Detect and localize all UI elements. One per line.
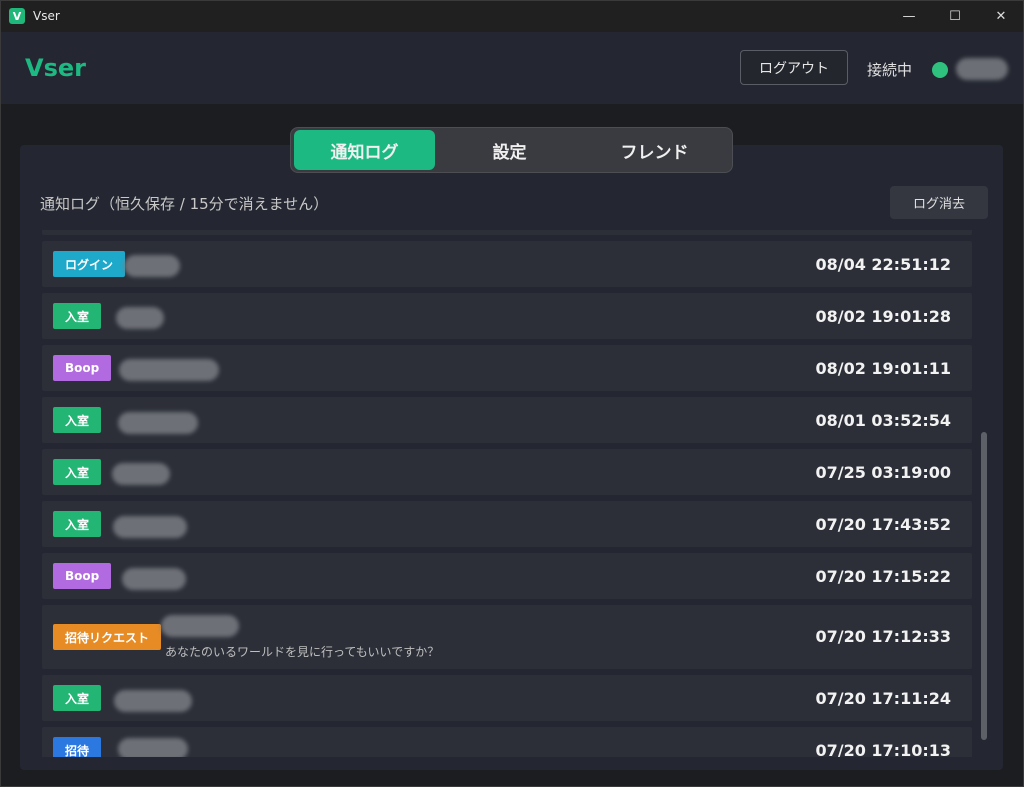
event-type-badge: 入室 [53, 303, 102, 329]
event-time: 07/20 17:10:13 [815, 741, 951, 757]
connection-status: 接続中 [867, 61, 913, 79]
blurred-username [956, 58, 1008, 80]
blurred-username [118, 412, 198, 434]
window-controls: — ☐ ✕ [886, 0, 1024, 32]
blurred-username [161, 615, 239, 637]
event-type-badge: 招待リクエスト [53, 624, 162, 650]
event-type-badge: 招待 [53, 737, 102, 757]
window-title: Vser [33, 9, 60, 23]
close-button[interactable]: ✕ [978, 0, 1024, 32]
blurred-username [124, 255, 180, 277]
list-item: 招待 07/20 17:10:13 [42, 727, 972, 757]
log-section-title: 通知ログ（恒久保存 / 15分で消えません） [40, 195, 329, 213]
tab-settings[interactable]: 設定 [439, 130, 580, 170]
event-type-badge: 入室 [53, 685, 102, 711]
blurred-username [119, 359, 219, 381]
app-icon: V [9, 8, 25, 24]
tab-bar: 通知ログ 設定 フレンド [290, 127, 733, 173]
tab-friends[interactable]: フレンド [584, 130, 725, 170]
status-indicator-icon [932, 62, 948, 78]
list-item: 入室 08/01 03:52:54 [42, 397, 972, 443]
event-type-badge: 入室 [53, 407, 102, 433]
logout-button[interactable]: ログアウト [740, 50, 848, 85]
event-time: 08/01 03:52:54 [815, 411, 951, 430]
event-time: 07/20 17:12:33 [815, 627, 951, 646]
blurred-username [113, 516, 187, 538]
event-type-badge: Boop [53, 355, 112, 381]
list-item: ログイン 08/04 22:51:12 [42, 241, 972, 287]
event-type-badge: 入室 [53, 511, 102, 537]
blurred-username [114, 690, 192, 712]
event-time: 07/25 03:19:00 [815, 463, 951, 482]
event-time: 08/02 19:01:28 [815, 307, 951, 326]
maximize-button[interactable]: ☐ [932, 0, 978, 32]
list-item: Boop 07/20 17:15:22 [42, 553, 972, 599]
list-item: Boop 08/02 19:01:11 [42, 345, 972, 391]
minimize-button[interactable]: — [886, 0, 932, 32]
title-bar: V Vser — ☐ ✕ [0, 0, 1024, 32]
notification-log-list[interactable]: ログイン 08/04 22:51:12 入室 08/02 19:01:28 Bo… [42, 230, 972, 757]
log-scrollbar[interactable] [981, 432, 987, 740]
list-item: 入室 07/20 17:11:24 [42, 675, 972, 721]
blurred-username [116, 307, 164, 329]
event-type-badge: 入室 [53, 459, 102, 485]
event-time: 07/20 17:11:24 [815, 689, 951, 708]
event-time: 08/04 22:51:12 [815, 255, 951, 274]
list-item: 招待リクエスト あなたのいるワールドを見に行ってもいいですか？ 07/20 17… [42, 605, 972, 669]
list-item: 入室 07/25 03:19:00 [42, 449, 972, 495]
invite-request-message: あなたのいるワールドを見に行ってもいいですか？ [165, 645, 440, 659]
event-type-badge: Boop [53, 563, 112, 589]
blurred-username [122, 568, 186, 590]
blurred-username [118, 738, 188, 757]
app-logo: Vser [25, 54, 86, 82]
list-item: 入室 08/02 19:01:28 [42, 293, 972, 339]
event-time: 08/02 19:01:11 [815, 359, 951, 378]
event-time: 07/20 17:15:22 [815, 567, 951, 586]
event-time: 07/20 17:43:52 [815, 515, 951, 534]
clear-log-button[interactable]: ログ消去 [890, 186, 988, 219]
app-header: Vser ログアウト 接続中 [0, 32, 1024, 104]
event-type-badge: ログイン [53, 251, 126, 277]
tab-notification-log[interactable]: 通知ログ [294, 130, 435, 170]
blurred-username [112, 463, 170, 485]
list-item-partial [42, 230, 972, 235]
list-item: 入室 07/20 17:43:52 [42, 501, 972, 547]
